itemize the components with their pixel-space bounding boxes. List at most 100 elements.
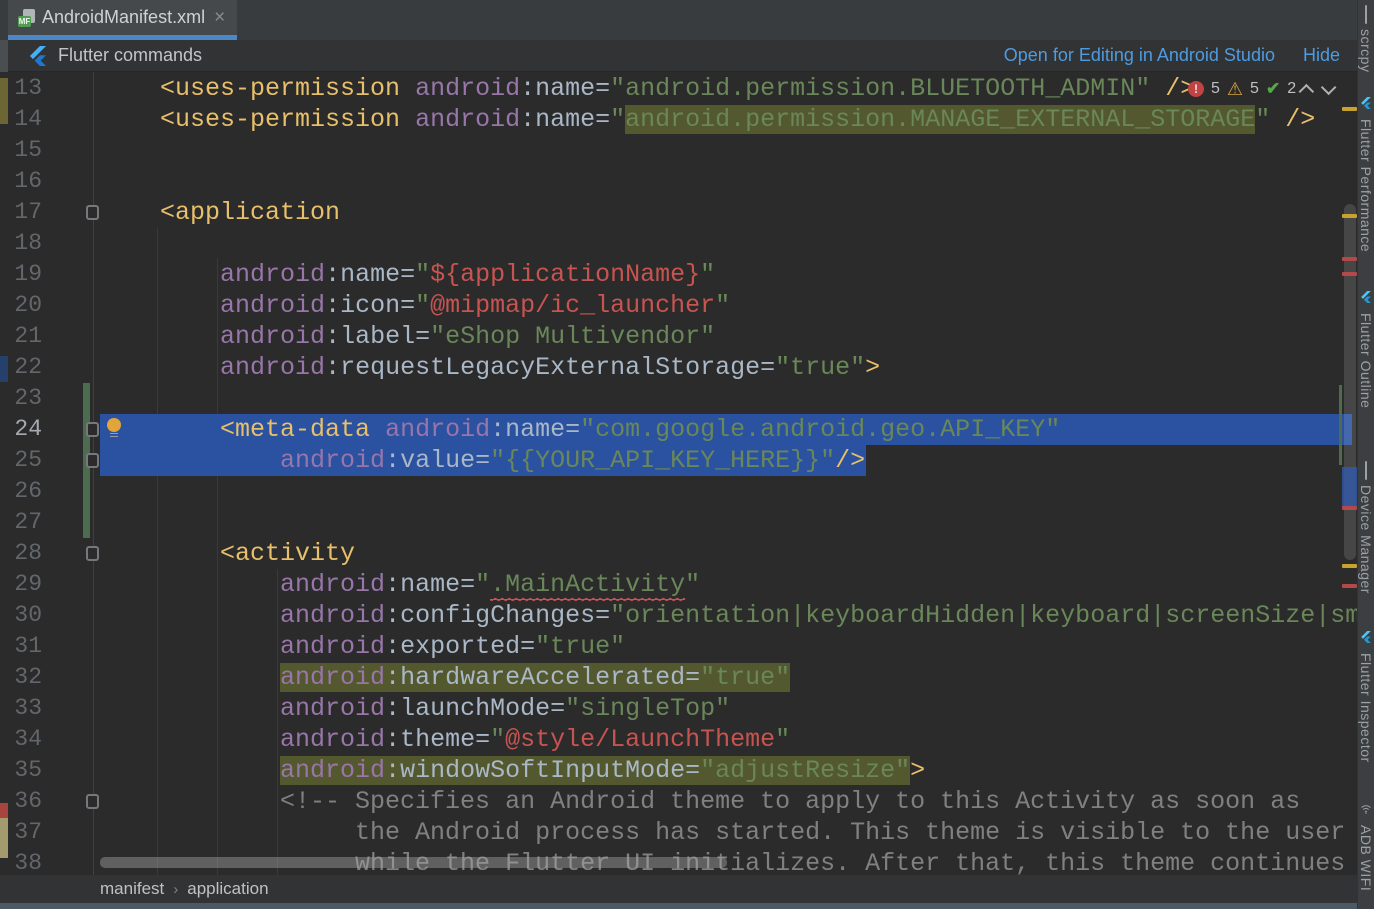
line-number: 19 [4, 259, 42, 290]
code-text: <uses-permission android:name="android.p… [100, 104, 1315, 135]
hide-banner-link[interactable]: Hide [1303, 45, 1340, 66]
line-number: 31 [4, 631, 42, 662]
line-number: 23 [4, 383, 42, 414]
status-bar-edge [0, 903, 1374, 909]
line-number: 18 [4, 228, 42, 259]
code-line-14: 14 <uses-permission android:name="androi… [0, 104, 1358, 135]
line-number: 38 [4, 848, 42, 875]
code-line-29: 29 android:name=".MainActivity" [0, 569, 1358, 600]
error-stripe-mark [1342, 107, 1357, 111]
previous-problem-icon[interactable] [1299, 83, 1315, 99]
line-number: 37 [4, 817, 42, 848]
code-line-36: 36 <!-- Specifies an Android theme to ap… [0, 786, 1358, 817]
code-text: android:hardwareAccelerated="true" [100, 662, 790, 693]
code-text: android:value="{{YOUR_API_KEY_HERE}}"/> [100, 445, 865, 476]
code-line-13: 13 <uses-permission android:name="androi… [0, 73, 1358, 104]
line-number: 29 [4, 569, 42, 600]
tool-window-label: Flutter Inspector [1358, 653, 1374, 763]
code-line-28: 28 <activity [0, 538, 1358, 569]
error-stripe-mark [1342, 214, 1357, 218]
error-stripe-mark [1342, 506, 1357, 510]
tool-window-label: Flutter Performance [1358, 119, 1374, 252]
tool-window-button-adb-wifi[interactable]: ADB WIFI [1358, 802, 1374, 891]
screen-mirror-icon [1365, 6, 1367, 24]
vcs-change-marker [83, 476, 90, 507]
code-text: android:exported="true" [100, 631, 625, 662]
code-text: android:label="eShop Multivendor" [100, 321, 715, 352]
code-text: <meta-data android:name="com.google.andr… [100, 414, 1060, 445]
code-line-37: 37 the Android process has started. This… [0, 817, 1358, 848]
manifest-file-icon: MF [18, 9, 35, 27]
vcs-change-marker [83, 507, 90, 538]
tool-window-button-flutter-inspector[interactable]: Flutter Inspector [1358, 630, 1374, 763]
editor-tab-bar: MF AndroidManifest.xml × [0, 0, 1374, 40]
error-count: 5 [1211, 80, 1220, 98]
code-line-31: 31 android:exported="true" [0, 631, 1358, 662]
horizontal-scrollbar[interactable] [100, 857, 727, 868]
vcs-stripe-mark [1339, 385, 1342, 465]
breadcrumb-application[interactable]: application [187, 879, 268, 899]
code-text: android:theme="@style/LaunchTheme" [100, 724, 790, 755]
code-line-26: 26 [0, 476, 1358, 507]
window-edge-artifact [0, 818, 8, 858]
tab-androidmanifest[interactable]: MF AndroidManifest.xml × [8, 0, 237, 35]
error-icon: ! [1188, 81, 1204, 97]
fold-collapse-icon[interactable] [86, 422, 99, 437]
warning-icon: ⚠ [1227, 81, 1243, 97]
fold-collapse-icon[interactable] [86, 546, 99, 561]
ide-window: MF AndroidManifest.xml × Flutter command… [0, 0, 1374, 909]
inspections-widget[interactable]: ! 5 ⚠ 5 ✔ 2 [1188, 78, 1332, 100]
breadcrumb-manifest[interactable]: manifest [100, 879, 164, 899]
code-line-17: 17 <application [0, 197, 1358, 228]
line-number: 22 [4, 352, 42, 383]
fold-collapse-icon[interactable] [86, 205, 99, 220]
tool-window-label: Flutter Outline [1358, 313, 1374, 408]
line-number: 13 [4, 73, 42, 104]
code-text: <uses-permission android:name="android.p… [100, 73, 1195, 104]
code-line-27: 27 [0, 507, 1358, 538]
tab-title: AndroidManifest.xml [42, 7, 205, 28]
tool-window-label: ADB WIFI [1358, 825, 1374, 891]
typo-check-icon: ✔ [1266, 79, 1280, 99]
code-line-22: 22 android:requestLegacyExternalStorage=… [0, 352, 1358, 383]
line-number: 20 [4, 290, 42, 321]
tool-window-button-flutter-outline[interactable]: Flutter Outline [1358, 290, 1374, 408]
vcs-change-marker [83, 383, 90, 414]
close-icon[interactable]: × [214, 7, 225, 29]
code-text: android:launchMode="singleTop" [100, 693, 730, 724]
code-text: <application [100, 197, 340, 228]
code-text: android:name=".MainActivity" [100, 569, 700, 600]
line-number: 14 [4, 104, 42, 135]
code-text: android:requestLegacyExternalStorage="tr… [100, 352, 880, 383]
code-line-35: 35 android:windowSoftInputMode="adjustRe… [0, 755, 1358, 786]
line-number: 32 [4, 662, 42, 693]
line-number: 24 [4, 414, 42, 445]
tool-window-button-scrcpy[interactable]: scrcpy [1358, 6, 1374, 72]
error-stripe-mark [1342, 272, 1357, 276]
tool-window-label: Device Manager [1358, 485, 1374, 594]
error-stripe-mark [1342, 564, 1357, 568]
fold-expand-icon[interactable] [86, 453, 99, 468]
fold-collapse-icon[interactable] [86, 794, 99, 809]
line-number: 28 [4, 538, 42, 569]
window-edge-artifact [0, 40, 8, 72]
code-line-19: 19 android:name="${applicationName}" [0, 259, 1358, 290]
tool-window-button-device-manager[interactable]: Device Manager [1358, 462, 1374, 594]
code-text: android:configChanges="orientation|keybo… [100, 600, 1358, 631]
line-number: 35 [4, 755, 42, 786]
banner-title: Flutter commands [58, 45, 202, 66]
breadcrumb: manifest › application [0, 875, 1374, 903]
tool-window-button-flutter-performance[interactable]: Flutter Performance [1358, 96, 1374, 252]
flutter-icon [1360, 630, 1372, 648]
code-text: <!-- Specifies an Android theme to apply… [100, 786, 1300, 817]
line-number: 34 [4, 724, 42, 755]
code-line-33: 33 android:launchMode="singleTop" [0, 693, 1358, 724]
code-editor[interactable]: 13 <uses-permission android:name="androi… [0, 72, 1358, 875]
line-number: 33 [4, 693, 42, 724]
window-edge-artifact [0, 356, 8, 382]
warning-count: 5 [1250, 80, 1259, 98]
open-in-android-studio-link[interactable]: Open for Editing in Android Studio [1004, 45, 1275, 66]
code-line-21: 21 android:label="eShop Multivendor" [0, 321, 1358, 352]
window-edge-artifact [0, 803, 8, 818]
line-number: 21 [4, 321, 42, 352]
